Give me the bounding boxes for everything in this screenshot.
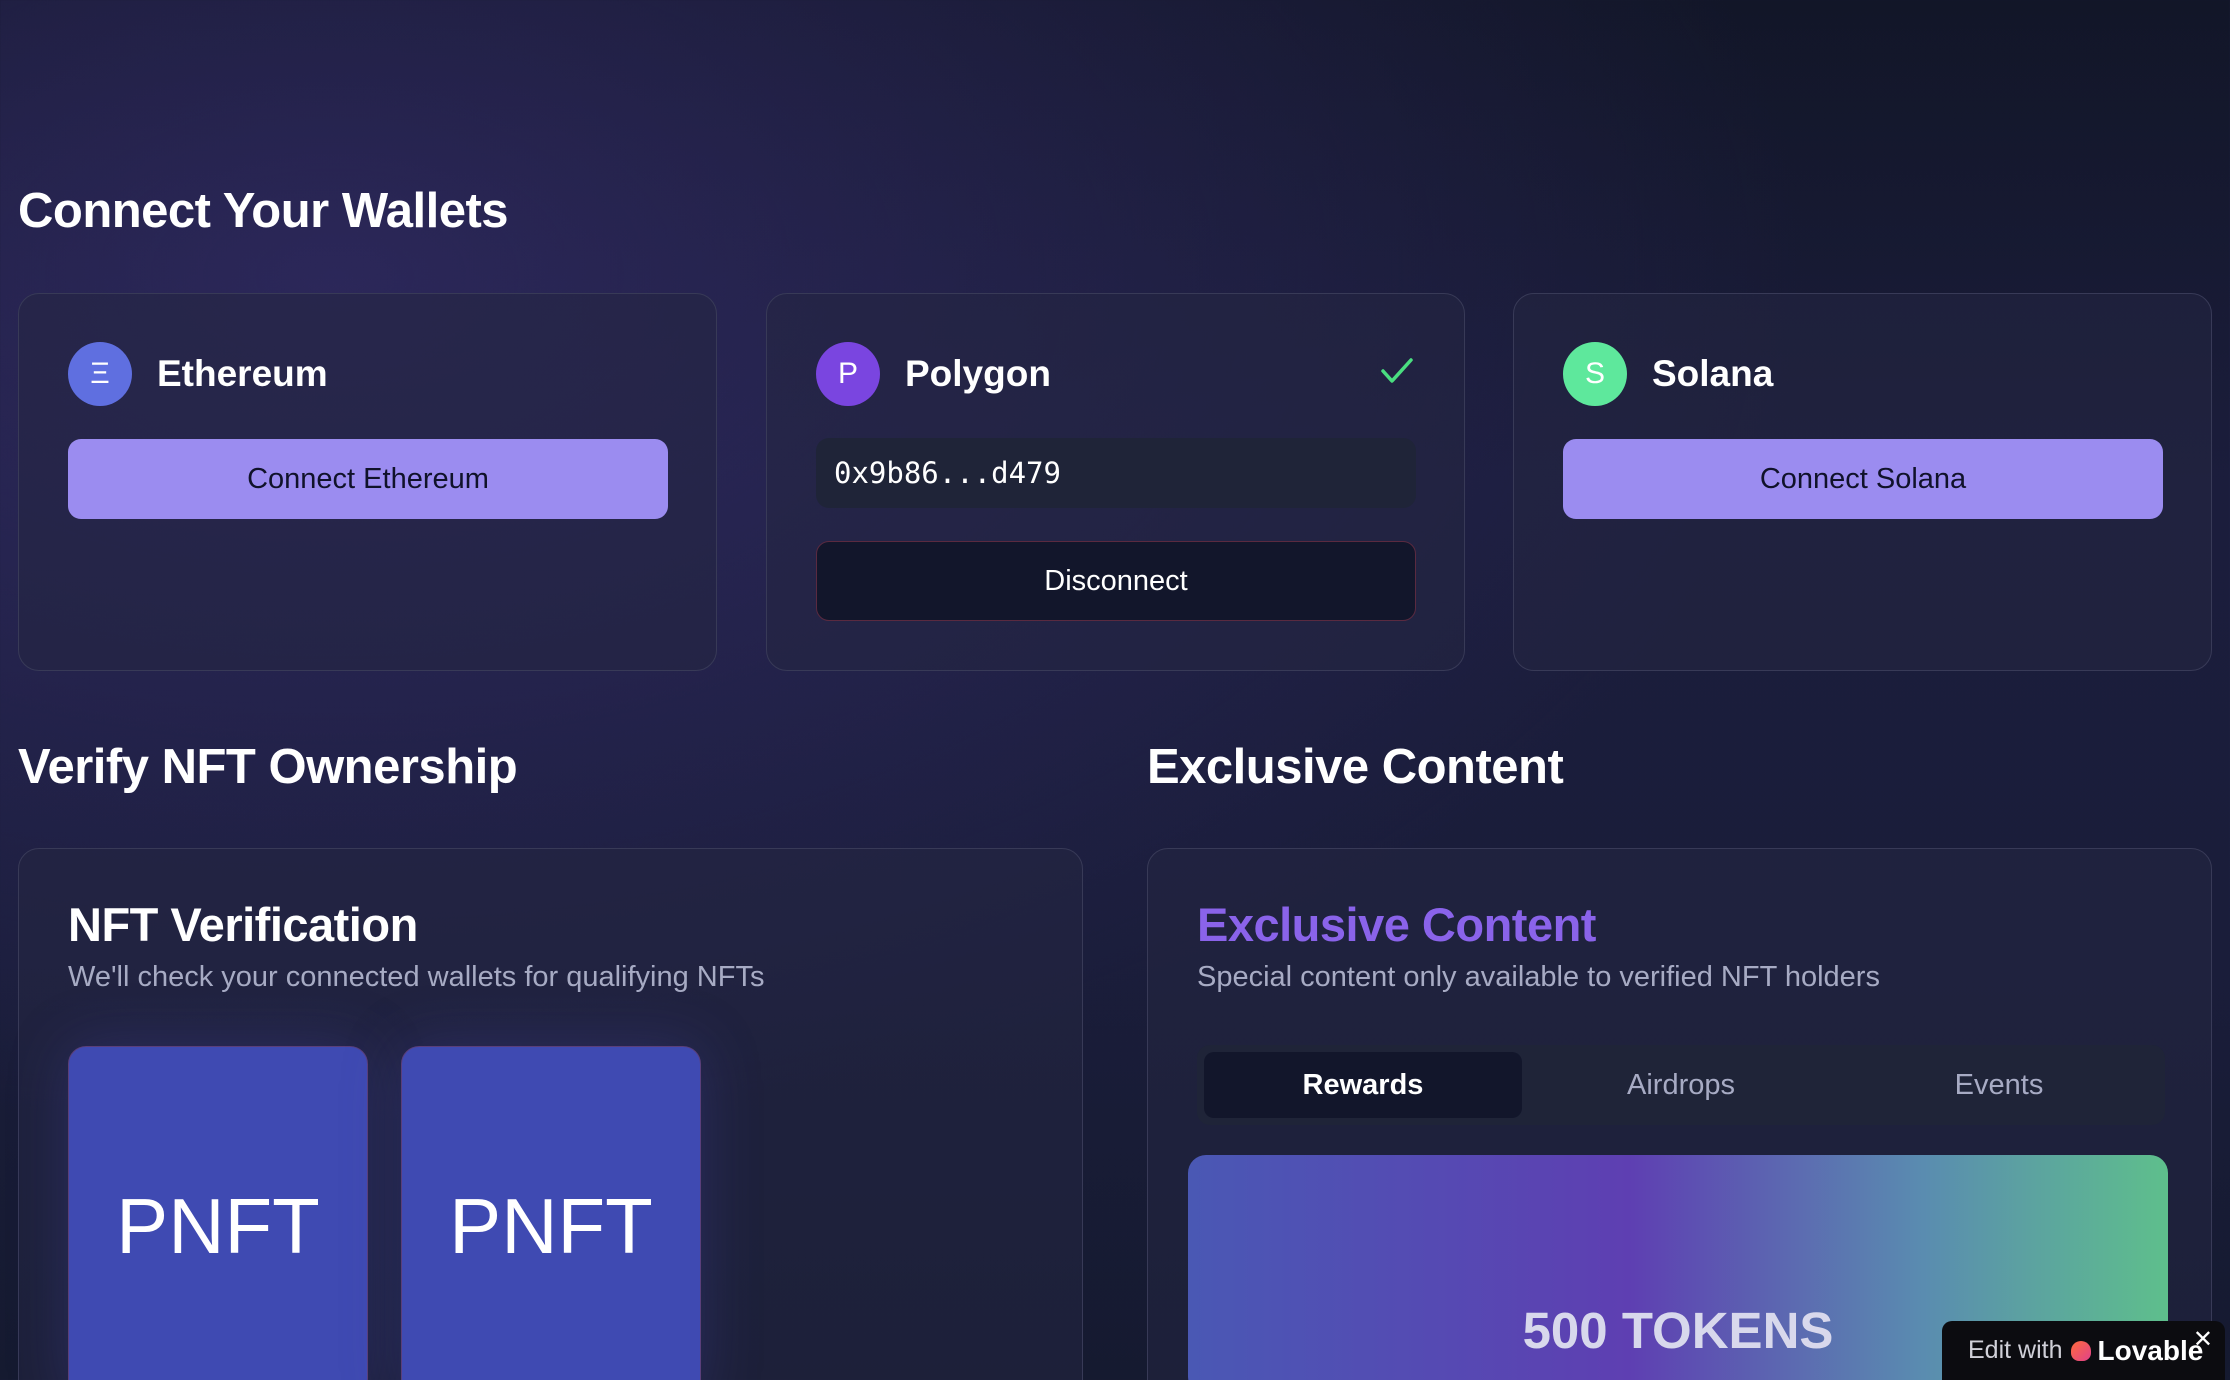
wallet-card-ethereum: Ξ Ethereum Connect Ethereum (18, 293, 717, 671)
card-title: Exclusive Content (1197, 898, 1596, 951)
nft-verification-card: NFT Verification We'll check your connec… (18, 848, 1083, 1380)
tab-rewards[interactable]: Rewards (1204, 1052, 1522, 1118)
nft-tile[interactable]: PNFT (68, 1046, 368, 1380)
close-icon[interactable]: ✕ (2193, 1325, 2213, 1354)
lovable-heart-icon (2071, 1340, 2092, 1361)
solana-icon: S (1563, 342, 1627, 406)
connect-solana-button[interactable]: Connect Solana (1563, 439, 2163, 519)
verify-heading: Verify NFT Ownership (18, 740, 518, 794)
wallet-address: 0x9b86...d479 (816, 438, 1416, 508)
wallet-name: Polygon (905, 353, 1051, 394)
edit-with-lovable-badge[interactable]: Edit with Lovable ✕ (1942, 1321, 2225, 1380)
disconnect-button[interactable]: Disconnect (816, 541, 1416, 621)
connect-ethereum-button[interactable]: Connect Ethereum (68, 439, 668, 519)
exclusive-content-card: Exclusive Content Special content only a… (1147, 848, 2212, 1380)
content-tabs: Rewards Airdrops Events (1197, 1045, 2165, 1125)
wallet-card-polygon: P Polygon 0x9b86...d479 Disconnect (766, 293, 1465, 671)
wallet-card-solana: S Solana Connect Solana (1513, 293, 2212, 671)
wallets-heading: Connect Your Wallets (18, 184, 509, 238)
badge-prefix: Edit with (1968, 1336, 2063, 1364)
ethereum-icon: Ξ (68, 342, 132, 406)
card-subtitle: Special content only available to verifi… (1197, 961, 1880, 993)
card-title: NFT Verification (68, 898, 418, 951)
check-icon (1381, 358, 1413, 383)
tab-events[interactable]: Events (1840, 1052, 2158, 1118)
polygon-icon: P (816, 342, 880, 406)
reward-amount: 500 TOKENS (1522, 1302, 1834, 1359)
card-subtitle: We'll check your connected wallets for q… (68, 961, 765, 993)
badge-brand: Lovable (2097, 1334, 2204, 1366)
exclusive-heading: Exclusive Content (1147, 740, 1564, 794)
nft-tile[interactable]: PNFT (401, 1046, 701, 1380)
wallet-name: Solana (1652, 353, 1774, 394)
wallet-name: Ethereum (157, 353, 328, 394)
tab-airdrops[interactable]: Airdrops (1522, 1052, 1840, 1118)
